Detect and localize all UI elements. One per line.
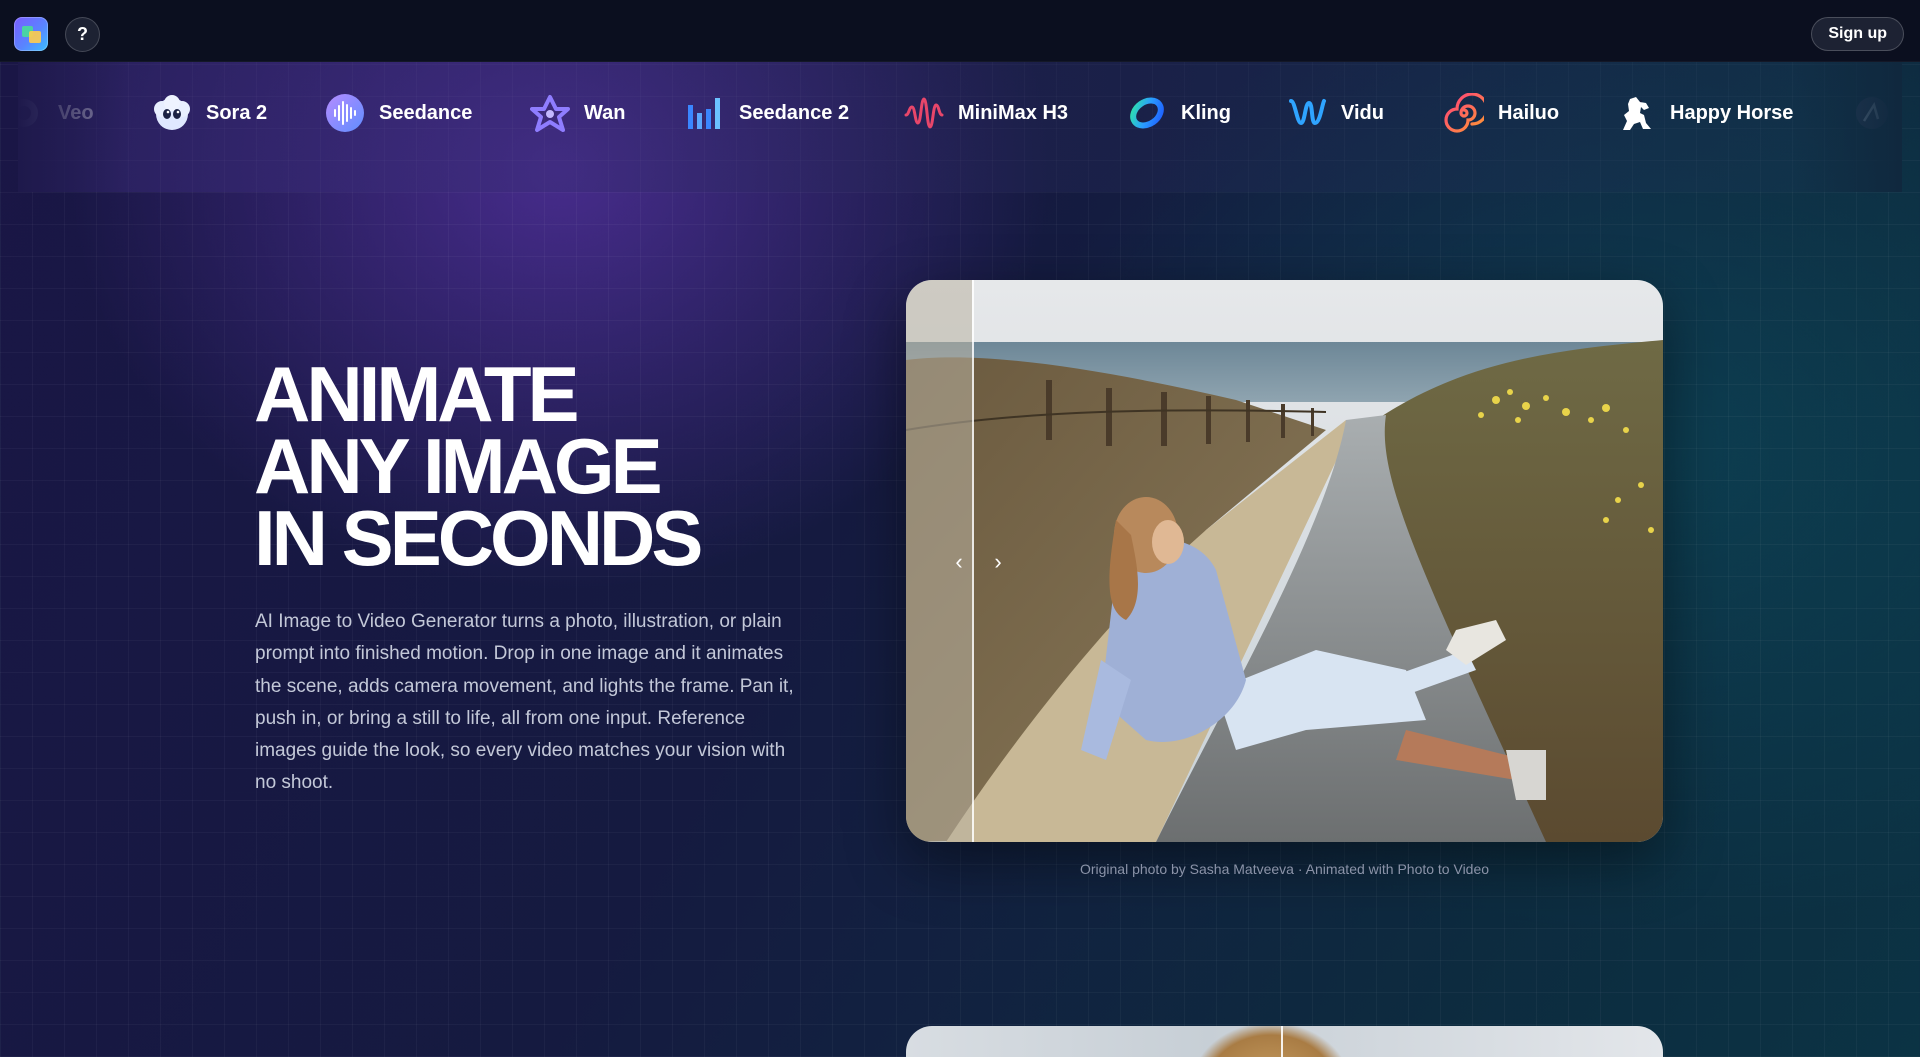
- before-after-comparison[interactable]: ‹ ›: [906, 280, 1663, 842]
- seedance-wave-icon: [325, 93, 365, 133]
- hero-description: AI Image to Video Generator turns a phot…: [255, 611, 794, 794]
- model-label: Seedance 2: [739, 101, 850, 124]
- model-item-vidu[interactable]: Vidu: [1287, 93, 1384, 133]
- model-next-icon: [1852, 93, 1892, 133]
- horse-icon: [1616, 93, 1656, 133]
- hero-title-line-3: IN SECONDS: [254, 494, 703, 582]
- app-logo-icon[interactable]: [14, 17, 48, 51]
- signup-button[interactable]: Sign up: [1811, 17, 1904, 51]
- chevron-right-icon[interactable]: ›: [986, 549, 1010, 574]
- model-label: Kling: [1181, 101, 1231, 124]
- photo-caption: Original photo by Sasha Matveeva · Anima…: [1079, 861, 1490, 877]
- model-label: Veo: [58, 101, 94, 124]
- seedance2-bars-icon: [685, 93, 725, 133]
- minimax-wave-icon: [904, 93, 944, 133]
- model-label: Hailuo: [1498, 101, 1560, 124]
- model-item-happy-horse[interactable]: Happy Horse: [1616, 93, 1793, 133]
- model-label: Happy Horse: [1670, 101, 1794, 124]
- hailuo-spiral-icon: [1444, 93, 1484, 133]
- hero-title-line-2: ANY IMAGE: [254, 422, 663, 510]
- second-card-photo: [1196, 1026, 1346, 1057]
- model-carousel: Veo Sora 2 Seedance Wan Seedance 2 MiniM…: [18, 62, 1902, 192]
- vidu-v-icon: [1287, 93, 1327, 133]
- hero-title-line-1: ANIMATE: [254, 350, 580, 438]
- model-label: Vidu: [1341, 101, 1384, 124]
- model-item-veo[interactable]: Veo: [18, 93, 94, 133]
- second-comparison-card[interactable]: [906, 1026, 1663, 1057]
- help-button[interactable]: ?: [65, 17, 100, 52]
- sora-cloud-icon: [152, 93, 192, 133]
- model-label: Wan: [584, 101, 626, 124]
- model-item-wan[interactable]: Wan: [530, 93, 625, 133]
- chevron-left-icon[interactable]: ‹: [947, 549, 971, 574]
- comparison-photo: [906, 280, 1663, 842]
- model-item-sora-2[interactable]: Sora 2: [152, 93, 267, 133]
- model-label: MiniMax H3: [958, 101, 1069, 124]
- comparison-divider-handle[interactable]: [972, 280, 974, 842]
- model-item-hailuo[interactable]: Hailuo: [1444, 93, 1559, 133]
- kling-ring-icon: [1127, 93, 1167, 133]
- top-bar: ? Sign up: [0, 0, 1920, 62]
- model-item-next-partial[interactable]: [1852, 93, 1892, 133]
- veo-icon: [18, 93, 44, 133]
- second-card-divider[interactable]: [1281, 1026, 1283, 1057]
- model-label: Sora 2: [206, 101, 268, 124]
- wan-star-icon: [530, 93, 570, 133]
- model-label: Seedance: [379, 101, 473, 124]
- model-item-seedance-2[interactable]: Seedance 2: [685, 93, 849, 133]
- model-item-minimax-h3[interactable]: MiniMax H3: [904, 93, 1068, 133]
- model-item-kling[interactable]: Kling: [1127, 93, 1231, 133]
- model-item-seedance[interactable]: Seedance: [325, 93, 472, 133]
- hero-title: ANIMATE ANY IMAGE IN SECONDS: [254, 350, 774, 582]
